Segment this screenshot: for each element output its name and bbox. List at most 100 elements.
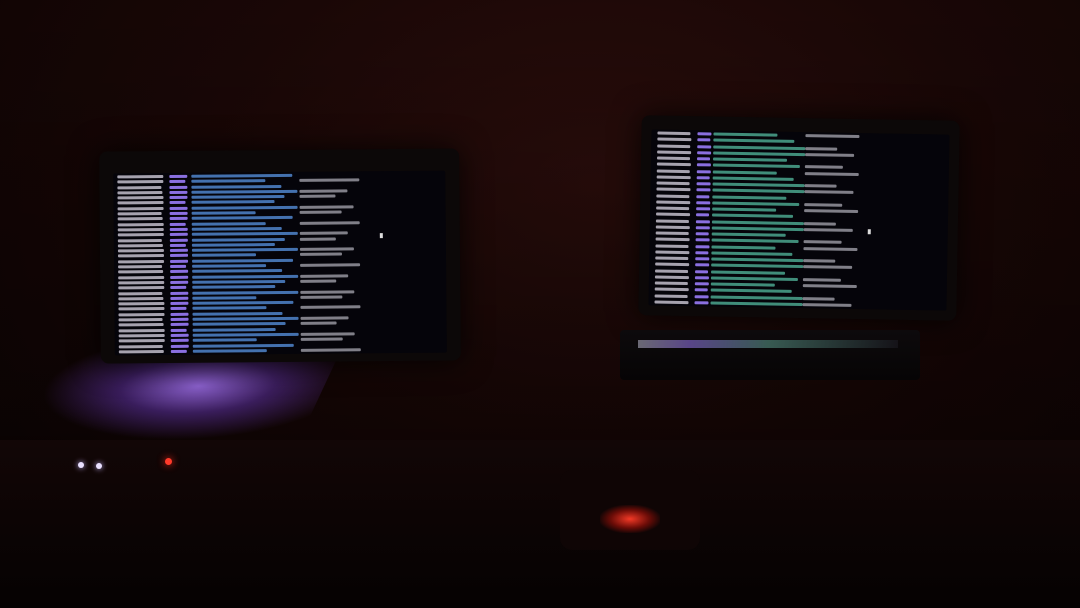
terminal-line bbox=[299, 252, 343, 257]
terminal-line bbox=[712, 157, 787, 162]
terminal-line bbox=[117, 238, 163, 242]
terminal-line bbox=[170, 339, 189, 343]
terminal-line bbox=[117, 180, 164, 184]
terminal-line bbox=[192, 279, 286, 284]
terminal-line bbox=[169, 243, 187, 247]
terminal-line bbox=[192, 327, 276, 332]
terminal-line bbox=[711, 232, 786, 237]
terminal-line bbox=[191, 195, 285, 199]
terminal-line bbox=[804, 190, 854, 195]
red-led-indicator bbox=[165, 458, 172, 465]
terminal-line bbox=[117, 243, 163, 248]
terminal-line bbox=[696, 213, 709, 217]
terminal-line bbox=[118, 349, 164, 354]
terminal-line bbox=[696, 207, 711, 211]
terminal-line bbox=[710, 301, 803, 306]
log-tail-column bbox=[299, 173, 361, 352]
terminal-line bbox=[300, 321, 337, 326]
terminal-line bbox=[191, 242, 275, 247]
terminal-line bbox=[300, 316, 349, 320]
red-glow bbox=[600, 505, 660, 533]
terminal-line bbox=[710, 288, 792, 294]
terminal-line bbox=[118, 328, 165, 333]
terminal-line bbox=[712, 182, 805, 188]
terminal-line bbox=[804, 202, 843, 207]
terminal-line bbox=[169, 211, 188, 216]
terminal-line bbox=[655, 225, 690, 229]
terminal-line bbox=[170, 344, 189, 348]
terminal-line bbox=[802, 277, 841, 282]
terminal-line bbox=[117, 185, 162, 190]
terminal-line bbox=[169, 238, 188, 242]
terminal-line bbox=[192, 332, 299, 337]
terminal-line bbox=[696, 157, 710, 161]
terminal-line bbox=[117, 212, 162, 216]
terminal-line bbox=[169, 190, 188, 194]
terminal-line bbox=[117, 190, 163, 195]
terminal-line bbox=[299, 220, 360, 225]
terminal-line bbox=[300, 337, 343, 342]
terminal-line bbox=[169, 195, 188, 200]
right-terminal-screen bbox=[648, 129, 950, 311]
terminal-line bbox=[655, 262, 690, 267]
terminal-line bbox=[695, 244, 710, 248]
terminal-line bbox=[169, 222, 186, 226]
terminal-line bbox=[711, 219, 804, 225]
terminal-line bbox=[117, 227, 164, 232]
terminal-line bbox=[803, 221, 837, 226]
terminal-line bbox=[170, 301, 189, 306]
terminal-line bbox=[712, 169, 778, 175]
terminal-line bbox=[299, 205, 354, 209]
terminal-line bbox=[192, 301, 294, 305]
terminal-line bbox=[712, 163, 801, 169]
terminal-line bbox=[300, 279, 337, 283]
terminal-line bbox=[710, 276, 799, 281]
terminal-line bbox=[118, 286, 165, 290]
terminal-line bbox=[695, 250, 709, 255]
terminal-line bbox=[170, 333, 189, 337]
terminal-line bbox=[656, 169, 691, 173]
terminal-line bbox=[712, 176, 794, 181]
terminal-line bbox=[655, 250, 690, 254]
terminal-line bbox=[170, 323, 189, 327]
terminal-line bbox=[118, 259, 165, 264]
terminal-line bbox=[655, 256, 688, 261]
terminal-line bbox=[803, 240, 842, 244]
terminal-line bbox=[169, 227, 188, 231]
terminal-line bbox=[695, 263, 710, 267]
terminal-line bbox=[696, 188, 711, 192]
log-message-column bbox=[710, 132, 806, 306]
terminal-line bbox=[713, 144, 806, 150]
terminal-line bbox=[117, 249, 164, 253]
terminal-line bbox=[118, 312, 165, 317]
terminal-line bbox=[655, 237, 690, 242]
terminal-line bbox=[803, 227, 853, 232]
terminal-line bbox=[191, 226, 282, 231]
terminal-line bbox=[169, 174, 188, 178]
terminal-line bbox=[711, 226, 804, 231]
terminal-line bbox=[117, 175, 164, 179]
terminal-line bbox=[713, 132, 778, 137]
terminal-line bbox=[712, 207, 777, 212]
terminal-line bbox=[191, 173, 292, 178]
terminal-line bbox=[804, 184, 837, 188]
terminal-line bbox=[299, 237, 336, 241]
terminal-line bbox=[170, 270, 189, 274]
terminal-line bbox=[192, 348, 268, 353]
terminal-line bbox=[118, 323, 164, 327]
terminal-line bbox=[300, 263, 361, 267]
right-monitor bbox=[638, 115, 960, 321]
terminal-line bbox=[710, 294, 803, 300]
terminal-line bbox=[695, 219, 710, 223]
terminal-line bbox=[655, 219, 690, 223]
terminal-line bbox=[711, 263, 804, 269]
terminal-line bbox=[805, 146, 838, 151]
terminal-line bbox=[192, 343, 294, 348]
terminal-line bbox=[192, 264, 267, 268]
terminal-line bbox=[656, 156, 690, 161]
log-message-column bbox=[191, 173, 299, 353]
terminal-line bbox=[169, 254, 189, 258]
terminal-line bbox=[300, 295, 343, 299]
reflected-terminal-strip bbox=[638, 340, 898, 348]
terminal-line bbox=[117, 217, 163, 221]
